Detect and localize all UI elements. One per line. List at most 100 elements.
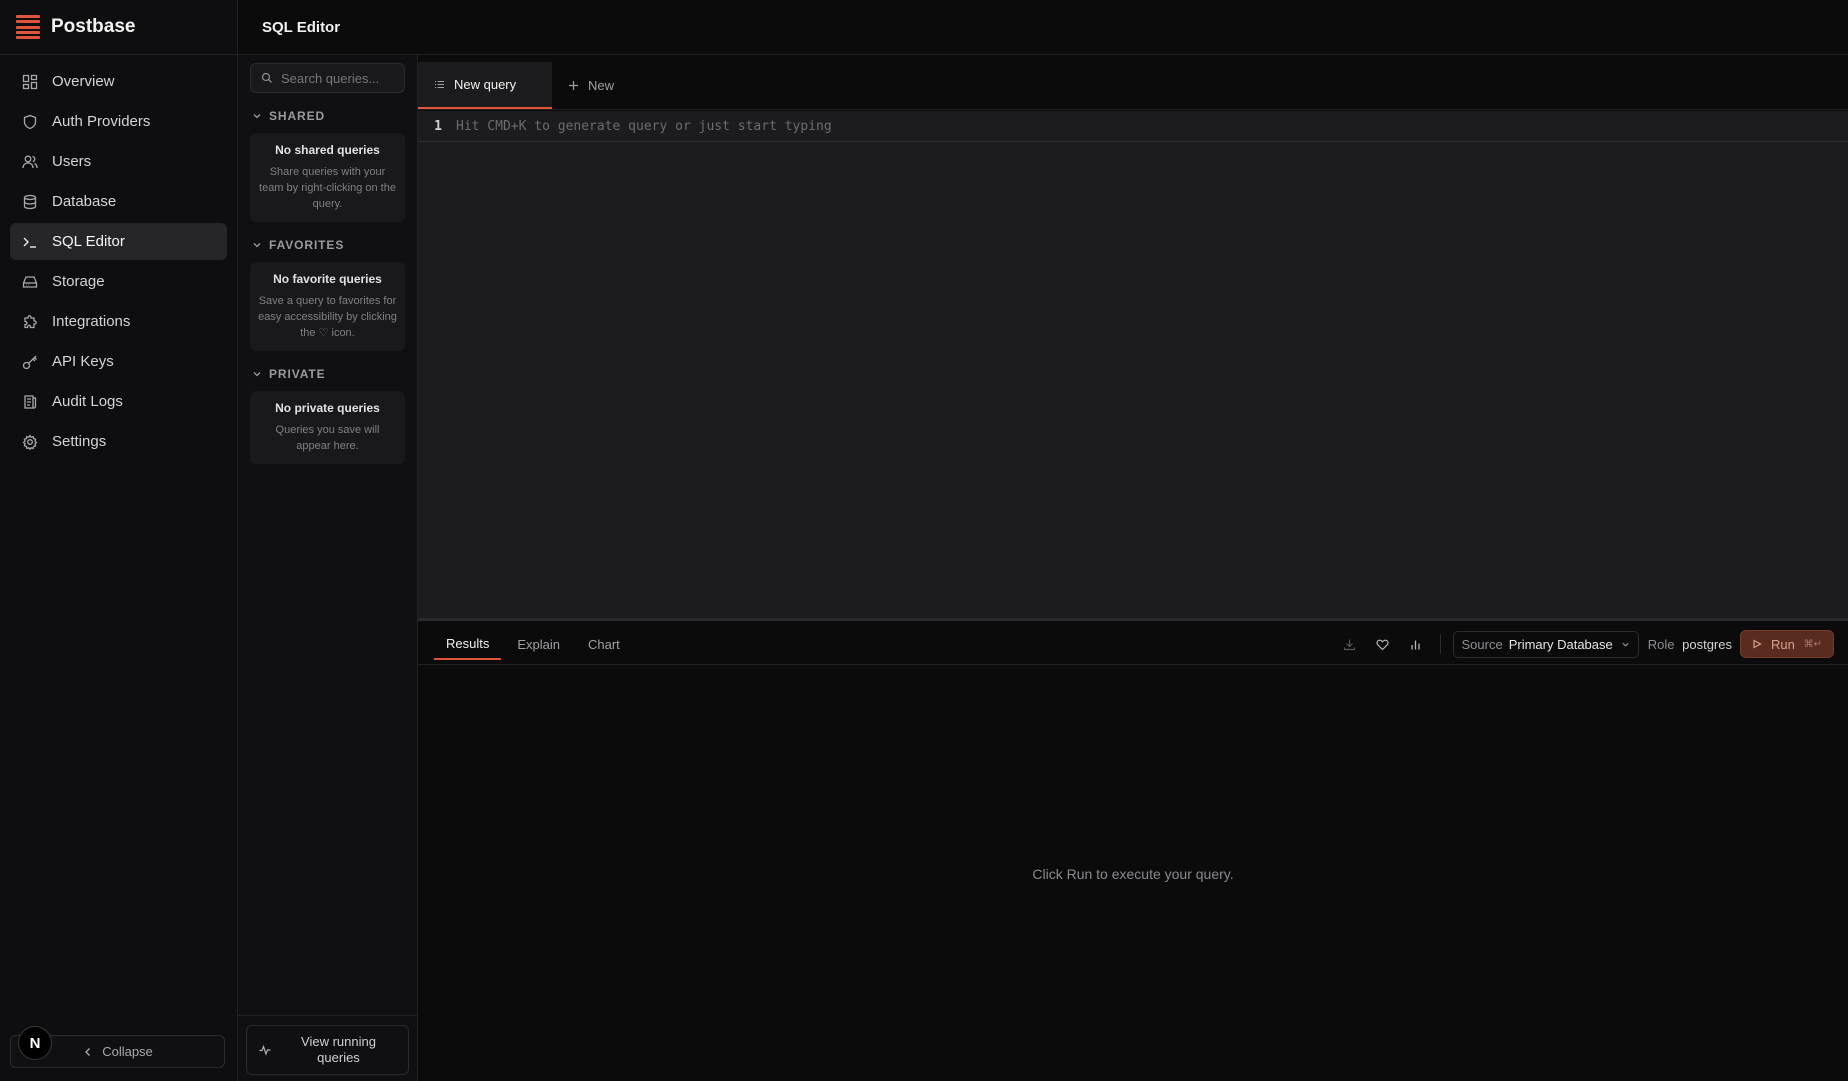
empty-description: Save a query to favorites for easy acces… — [258, 295, 397, 339]
results-empty-state: Click Run to execute your query. — [418, 666, 1848, 1081]
role-value: postgres — [1682, 636, 1732, 652]
query-tabs: New query New — [418, 55, 1848, 110]
chevron-down-icon — [253, 243, 261, 248]
sidebar-item-settings[interactable]: Settings — [10, 423, 227, 460]
editor-line[interactable]: 1 Hit CMD+K to generate query or just st… — [418, 111, 1848, 142]
chevron-left-icon — [85, 1047, 91, 1056]
view-running-queries-button[interactable]: View running queries — [246, 1025, 409, 1075]
source-value: Primary Database — [1508, 636, 1613, 652]
queries-panel: SHARED No shared queries Share queries w… — [238, 55, 418, 1081]
avatar[interactable]: N — [18, 1026, 52, 1060]
editor-area: New query New 1 Hit CMD+K to generate qu… — [418, 55, 1848, 1081]
sidebar-item-sql-editor[interactable]: SQL Editor — [10, 223, 227, 260]
section-heading: FAVORITES — [269, 238, 345, 252]
gear-icon — [22, 433, 38, 450]
sidebar-item-overview[interactable]: Overview — [10, 63, 227, 100]
toolbar-divider — [1439, 634, 1441, 654]
sql-editor[interactable]: 1 Hit CMD+K to generate query or just st… — [418, 111, 1848, 621]
header: SQL Editor — [238, 0, 1848, 55]
new-tab-button[interactable]: New — [552, 62, 630, 109]
chart-button[interactable] — [1399, 630, 1432, 658]
brand-name: Postbase — [51, 16, 136, 37]
line-number: 1 — [434, 118, 442, 134]
terminal-icon — [23, 237, 36, 248]
shield-icon — [23, 114, 37, 129]
results-actions: Source Primary Database Role postgres Ru… — [1333, 628, 1834, 660]
section-heading: SHARED — [269, 109, 326, 123]
empty-title: No favorite queries — [273, 272, 382, 286]
bar-chart-icon — [1410, 640, 1420, 649]
sidebar-item-label: Storage — [52, 273, 105, 290]
users-icon — [22, 155, 38, 168]
sidebar-item-auth-providers[interactable]: Auth Providers — [10, 103, 227, 140]
sidebar-item-label: Database — [52, 193, 117, 210]
section-shared-toggle[interactable]: SHARED — [238, 107, 417, 125]
results-empty-message: Click Run to execute your query. — [1032, 865, 1234, 882]
brand[interactable]: Postbase — [0, 0, 237, 55]
sidebar-item-label: Settings — [52, 433, 107, 450]
sidebar-item-label: Overview — [52, 73, 115, 90]
run-label: Run — [1771, 636, 1795, 652]
run-button[interactable]: Run ⌘↵ — [1740, 630, 1834, 658]
run-shortcut: ⌘↵ — [1803, 638, 1822, 650]
running-queries-area: View running queries — [238, 1015, 418, 1081]
database-icon — [23, 194, 37, 209]
running-label: View running queries — [301, 1034, 376, 1065]
search-box[interactable] — [250, 63, 405, 93]
sidebar-item-label: SQL Editor — [52, 233, 125, 250]
sidebar-item-label: Audit Logs — [52, 393, 123, 410]
empty-description: Queries you save will appear here. — [275, 424, 380, 452]
chevron-down-icon — [253, 372, 261, 377]
sidebar-item-api-keys[interactable]: API Keys — [10, 343, 227, 380]
results-toolbar: Results Explain Chart Source Primary Dat… — [418, 624, 1848, 665]
sidebar-item-audit-logs[interactable]: Audit Logs — [10, 383, 227, 420]
download-button[interactable] — [1333, 630, 1366, 658]
empty-title: No private queries — [275, 401, 380, 415]
source-select[interactable]: Source Primary Database — [1452, 630, 1639, 658]
page-title: SQL Editor — [262, 18, 341, 36]
sidebar-item-storage[interactable]: Storage — [10, 263, 227, 300]
activity-icon — [259, 1044, 271, 1056]
section-favorites-toggle[interactable]: FAVORITES — [238, 236, 417, 254]
editor-placeholder: Hit CMD+K to generate query or just star… — [456, 118, 832, 134]
favorite-button[interactable] — [1366, 630, 1399, 658]
puzzle-icon — [24, 314, 37, 328]
tab-chart[interactable]: Chart — [576, 629, 632, 660]
plus-icon — [569, 81, 578, 90]
search-icon — [261, 72, 272, 83]
search-input[interactable] — [281, 70, 401, 86]
sidebar: Postbase Overview Auth Providers Users D… — [0, 0, 238, 1081]
dashboard-icon — [22, 74, 38, 89]
source-label: Source — [1461, 636, 1503, 652]
key-icon — [22, 355, 37, 369]
chevron-down-icon — [1622, 642, 1629, 647]
favorites-empty-state: No favorite queries Save a query to favo… — [250, 262, 405, 351]
sidebar-item-label: Users — [52, 153, 92, 170]
sidebar-nav: Overview Auth Providers Users Database S… — [0, 55, 237, 471]
empty-description: Share queries with your team by right-cl… — [259, 166, 396, 210]
section-heading: PRIVATE — [269, 367, 326, 381]
tab-new-query[interactable]: New query — [418, 62, 552, 109]
tab-label: New — [588, 78, 615, 93]
logs-icon — [24, 394, 37, 409]
sidebar-item-label: API Keys — [52, 353, 114, 370]
download-icon — [1343, 639, 1355, 650]
sidebar-item-label: Integrations — [52, 313, 131, 330]
drive-icon — [22, 275, 38, 288]
sidebar-item-users[interactable]: Users — [10, 143, 227, 180]
role-indicator[interactable]: Role postgres — [1648, 637, 1732, 652]
sidebar-item-database[interactable]: Database — [10, 183, 227, 220]
heart-icon — [1375, 639, 1389, 650]
section-private-toggle[interactable]: PRIVATE — [238, 365, 417, 383]
tab-label: New query — [454, 77, 517, 92]
chevron-down-icon — [253, 114, 261, 119]
role-label: Role — [1647, 636, 1675, 652]
sidebar-item-integrations[interactable]: Integrations — [10, 303, 227, 340]
play-icon — [1753, 639, 1762, 649]
tab-explain[interactable]: Explain — [505, 629, 572, 660]
collapse-label: Collapse — [102, 1044, 153, 1059]
empty-title: No shared queries — [275, 143, 380, 157]
tab-results[interactable]: Results — [434, 629, 502, 660]
list-icon — [435, 80, 444, 89]
shared-empty-state: No shared queries Share queries with you… — [250, 133, 405, 222]
